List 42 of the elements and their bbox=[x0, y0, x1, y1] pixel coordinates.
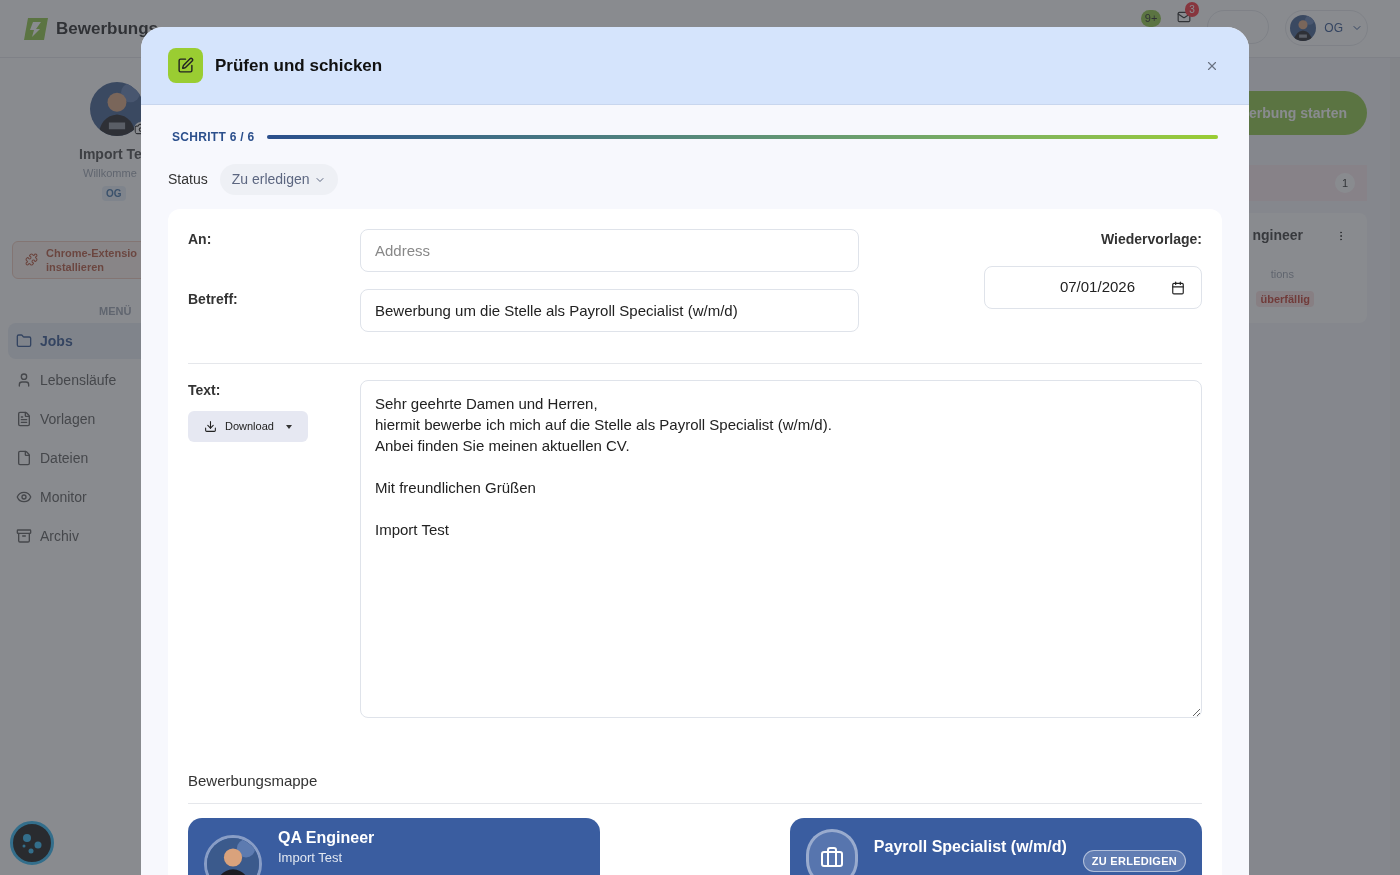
message-badge: 3 bbox=[1185, 2, 1199, 17]
card-title: ngineer bbox=[1252, 226, 1303, 245]
edit-icon bbox=[177, 57, 194, 74]
job-card[interactable]: Payroll Specialist (w/m/d) ZU ERLEDIGEN bbox=[790, 817, 1202, 875]
sidebar-item[interactable]: Monitor bbox=[8, 479, 224, 515]
sidebar-item[interactable]: Archiv bbox=[8, 518, 224, 554]
download-icon bbox=[204, 420, 217, 433]
resume-card[interactable]: QA Engineer Import Test bbox=[188, 817, 600, 875]
user-icon bbox=[16, 372, 32, 388]
app-name: Bewerbungs bbox=[56, 17, 159, 40]
status-label: Status bbox=[168, 170, 208, 189]
sidebar-item[interactable]: Dateien bbox=[8, 440, 224, 476]
briefcase-icon bbox=[819, 845, 844, 870]
document-icon bbox=[16, 411, 32, 427]
field-label: Text: bbox=[188, 381, 221, 400]
step-label: SCHRITT 6 / 6 bbox=[172, 129, 255, 146]
file-icon bbox=[16, 450, 32, 466]
eye-icon bbox=[16, 489, 32, 505]
card-title: Payroll Specialist (w/m/d) bbox=[873, 836, 1067, 857]
folder-icon bbox=[16, 333, 32, 349]
logo-icon bbox=[24, 17, 48, 40]
download-button[interactable]: Download bbox=[188, 411, 308, 442]
calendar-icon[interactable] bbox=[1171, 280, 1185, 295]
card-title: QA Engineer bbox=[278, 827, 375, 848]
notification-badge[interactable]: 9+ bbox=[1140, 10, 1162, 27]
status-badge: ZU ERLEDIGEN bbox=[1082, 849, 1186, 872]
subject-field[interactable]: Bewerbung um die Stelle als Payroll Specialist (w/m/d) bbox=[360, 289, 859, 332]
address-field[interactable]: Address bbox=[360, 229, 859, 272]
card-subtitle: Import Test bbox=[278, 849, 344, 865]
field-label: Betreff: bbox=[188, 290, 239, 309]
initials-badge: OG bbox=[102, 185, 126, 201]
dialog-title: Prüfen und schicken bbox=[215, 54, 383, 77]
count-badge: 1 bbox=[1335, 173, 1355, 193]
date-field[interactable]: 07/01/2026 bbox=[984, 266, 1202, 309]
status-dropdown[interactable]: Zu erledigen bbox=[219, 164, 338, 195]
caret-icon bbox=[285, 424, 292, 429]
overdue-tag: überfällig bbox=[1256, 290, 1314, 307]
section-title: Bewerbungsmappe bbox=[188, 771, 319, 791]
extension-icon bbox=[25, 253, 38, 266]
profile-name: Import Te bbox=[79, 145, 142, 164]
archive-icon bbox=[16, 528, 32, 544]
message-field[interactable]: Sehr geehrte Damen und Herren, hiermit bewerbe ich mich auf die Stelle als Payroll Specialist (w/m/d). Anbei finden Sie meinen aktuellen CV. Mit freundlichen Grüßen Import Test bbox=[360, 380, 1202, 718]
